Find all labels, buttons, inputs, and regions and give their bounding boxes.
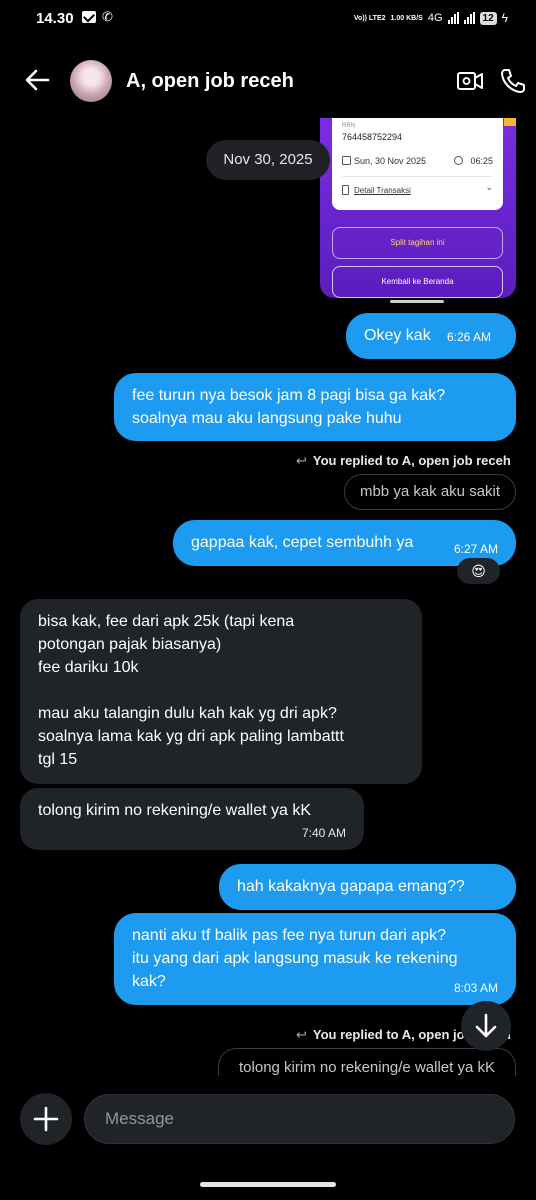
arrow-left-icon bbox=[25, 69, 50, 91]
voice-call-button[interactable] bbox=[498, 66, 528, 96]
date-separator: Nov 30, 2025 bbox=[206, 140, 330, 180]
arrow-down-icon bbox=[475, 1013, 497, 1038]
message-text-line: tgl 15 bbox=[38, 751, 78, 768]
status-time: 14.30 bbox=[36, 10, 74, 27]
message-time: 7:40 AM bbox=[301, 826, 346, 840]
message-text-line: bisa kak, fee dari apk 25k (tapi kena bbox=[38, 613, 295, 630]
chevron-down-icon: ⌄ bbox=[485, 182, 493, 192]
message-text-line: potongan pajak biasanya) bbox=[38, 636, 222, 653]
message-text: Okey kak bbox=[364, 327, 431, 344]
document-icon bbox=[342, 185, 349, 195]
battery-icon: 12 bbox=[479, 11, 497, 25]
scroll-to-bottom-button[interactable] bbox=[461, 1001, 511, 1051]
quoted-message[interactable]: mbb ya kak aku sakit bbox=[344, 474, 516, 510]
message-outgoing[interactable]: Okey kak 6:26 AM bbox=[346, 313, 516, 359]
calendar-icon bbox=[342, 156, 351, 165]
message-text-line: itu yang dari apk langsung masuk ke reke… bbox=[132, 950, 458, 967]
message-text: hah kakaknya gapapa emang?? bbox=[237, 878, 465, 895]
gesture-nav-bar[interactable] bbox=[200, 1182, 336, 1187]
message-input[interactable] bbox=[84, 1094, 515, 1144]
data-speed: 1.00 KB/S bbox=[390, 14, 423, 22]
message-incoming[interactable]: bisa kak, fee dari apk 25k (tapi kena po… bbox=[20, 599, 422, 784]
back-button[interactable] bbox=[22, 64, 54, 96]
message-text: gappaa kak, cepet sembuhh ya bbox=[191, 534, 414, 551]
avatar[interactable] bbox=[70, 60, 112, 102]
quoted-message[interactable]: tolong kirim no rekening/e wallet ya kK bbox=[218, 1048, 516, 1076]
reply-icon: ↩ bbox=[296, 453, 307, 468]
message-outgoing[interactable]: nanti aku tf balik pas fee nya turun dar… bbox=[114, 913, 516, 1005]
message-time: 8:03 AM bbox=[453, 981, 498, 995]
missed-call-icon: ✆ bbox=[102, 9, 113, 24]
transaction-date: Sun, 30 Nov 2025 bbox=[354, 156, 427, 166]
accent-corner bbox=[504, 118, 516, 126]
split-bill-button-image: Split tagihan ini bbox=[332, 227, 503, 259]
ref-number: 764458752294 bbox=[342, 132, 403, 142]
divider bbox=[342, 176, 493, 177]
back-home-button-image: Kembali ke Beranda bbox=[332, 266, 503, 298]
volte-indicator: Vo)) LTE2 bbox=[353, 14, 386, 22]
message-text-line: kak? bbox=[132, 973, 166, 990]
message-text-line: fee turun nya besok jam 8 pagi bisa ga k… bbox=[132, 387, 446, 404]
clock-icon bbox=[454, 156, 463, 165]
reply-indicator: ↩ You replied to A, open job receh bbox=[296, 453, 511, 469]
plus-icon bbox=[33, 1106, 59, 1132]
message-text-line: nanti aku tf balik pas fee nya turun dar… bbox=[132, 927, 446, 944]
transaction-card: RRN 764458752294 Sun, 30 Nov 2025 06:25 … bbox=[332, 118, 503, 210]
chat-header: A, open job receh bbox=[0, 52, 536, 110]
reply-icon: ↩ bbox=[296, 1027, 307, 1042]
message-outgoing[interactable]: hah kakaknya gapapa emang?? bbox=[219, 864, 516, 910]
message-time: 6:26 AM bbox=[447, 330, 492, 344]
mail-notification-icon bbox=[82, 11, 96, 23]
transaction-time: 06:25 bbox=[470, 156, 493, 166]
message-outgoing[interactable]: fee turun nya besok jam 8 pagi bisa ga k… bbox=[114, 373, 516, 441]
signal-icon bbox=[447, 12, 459, 24]
charging-icon: ϟ bbox=[501, 11, 508, 25]
video-call-button[interactable] bbox=[456, 68, 484, 94]
message-text-line: soalnya mau aku langsung pake huhu bbox=[132, 410, 402, 427]
reply-label: You replied to A, open job receh bbox=[312, 453, 511, 468]
image-attachment[interactable]: RRN 764458752294 Sun, 30 Nov 2025 06:25 … bbox=[320, 118, 516, 298]
emoji-reaction[interactable]: 😍 bbox=[457, 558, 500, 584]
message-text-line: mau aku talangin dulu kah kak yg dri apk… bbox=[38, 705, 337, 722]
message-incoming[interactable]: tolong kirim no rekening/e wallet ya kK … bbox=[20, 788, 364, 850]
video-camera-icon bbox=[457, 72, 483, 90]
message-text-line: soalnya lama kak yg dri apk paling lamba… bbox=[38, 728, 344, 745]
detail-transaksi-label: Detail Transaksi bbox=[354, 186, 411, 195]
signal-icon-2 bbox=[463, 12, 475, 24]
message-text: tolong kirim no rekening/e wallet ya kK bbox=[38, 802, 312, 819]
message-text-line: fee dariku 10k bbox=[38, 659, 139, 676]
ref-label: RRN bbox=[342, 123, 355, 129]
network-type: 4G bbox=[427, 12, 443, 24]
chat-title[interactable]: A, open job receh bbox=[126, 70, 294, 93]
add-attachment-button[interactable] bbox=[20, 1093, 72, 1145]
status-bar: 14.30 ✆ Vo)) LTE2 1.00 KB/S 4G 12 ϟ bbox=[0, 0, 536, 40]
phone-icon bbox=[501, 69, 525, 93]
image-home-indicator bbox=[390, 300, 444, 303]
